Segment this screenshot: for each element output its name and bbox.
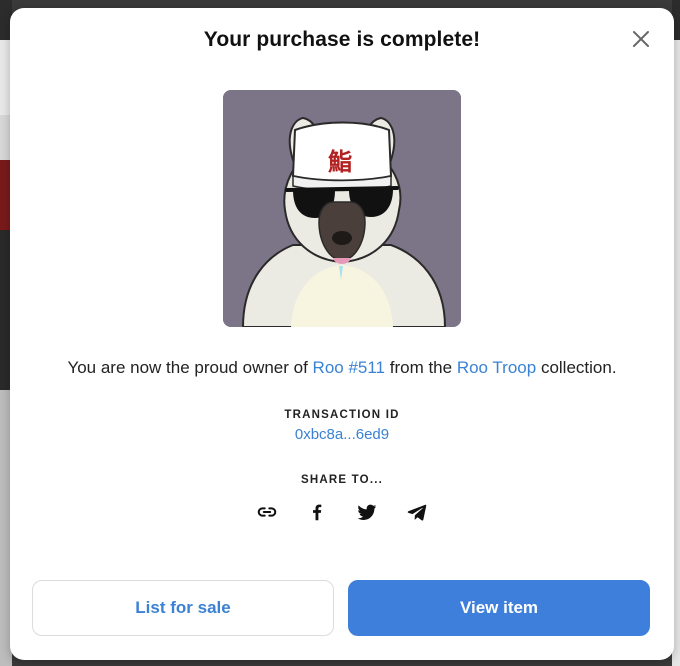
- share-link-button[interactable]: [255, 500, 279, 524]
- telegram-icon: [407, 504, 427, 521]
- facebook-icon: [313, 504, 322, 521]
- nft-artwork: 鮨: [223, 90, 461, 327]
- transaction-id-link[interactable]: 0xbc8a...6ed9: [10, 426, 674, 443]
- transaction-id-label: TRANSACTION ID: [284, 409, 400, 421]
- collection-link[interactable]: Roo Troop: [457, 358, 536, 377]
- ownership-middle: from the: [385, 358, 457, 377]
- share-twitter-button[interactable]: [355, 500, 379, 524]
- close-icon: [633, 31, 649, 47]
- list-for-sale-button[interactable]: List for sale: [32, 580, 334, 636]
- link-icon: [257, 507, 277, 517]
- ownership-prefix: You are now the proud owner of: [67, 358, 313, 377]
- hat-glyph: 鮨: [328, 148, 352, 176]
- ownership-suffix: collection.: [536, 358, 617, 377]
- ownership-message: You are now the proud owner of Roo #511 …: [10, 358, 674, 378]
- close-button[interactable]: [630, 28, 652, 50]
- share-facebook-button[interactable]: [305, 500, 329, 524]
- item-link[interactable]: Roo #511: [313, 358, 385, 377]
- share-label: SHARE TO...: [301, 474, 383, 486]
- purchase-complete-modal: Your purchase is complete! 鮨 You are now…: [10, 8, 674, 660]
- share-buttons: [10, 500, 674, 524]
- modal-title: Your purchase is complete!: [203, 28, 481, 51]
- share-telegram-button[interactable]: [405, 500, 429, 524]
- view-item-button[interactable]: View item: [348, 580, 650, 636]
- twitter-icon: [357, 504, 377, 520]
